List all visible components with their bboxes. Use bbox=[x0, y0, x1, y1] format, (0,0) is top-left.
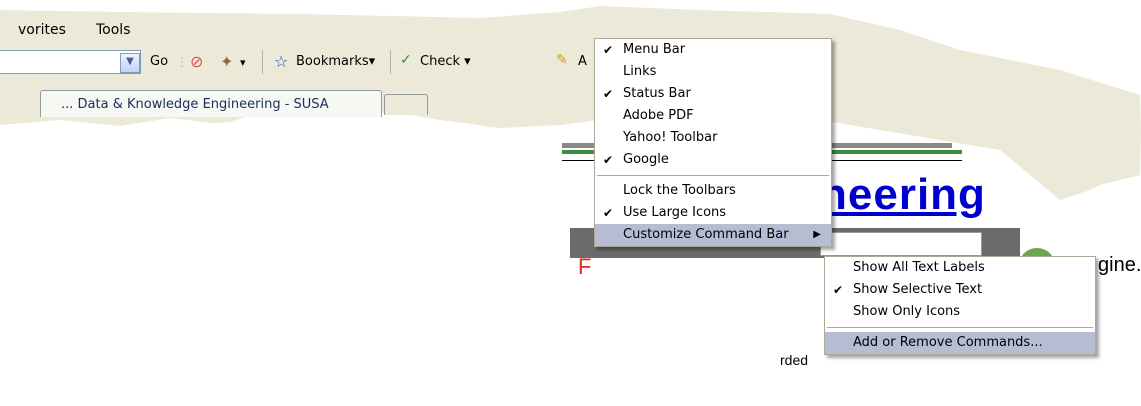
tab-row: ... Data & Knowledge Engineering - SUSA bbox=[0, 88, 430, 118]
chevron-down-icon: ▼ bbox=[126, 56, 134, 67]
menu-item-status-bar[interactable]: ✔ Status Bar bbox=[595, 83, 831, 105]
menu-item-label: Show All Text Labels bbox=[853, 260, 985, 275]
grip-icon: ⋮ bbox=[176, 55, 188, 69]
submenu-item-show-only-icons[interactable]: Show Only Icons bbox=[825, 301, 1095, 323]
menu-item-menu-bar[interactable]: ✔ Menu Bar bbox=[595, 39, 831, 61]
check-label: Check bbox=[420, 54, 460, 69]
submenu-item-show-all-text-labels[interactable]: Show All Text Labels bbox=[825, 257, 1095, 279]
menu-tools[interactable]: Tools bbox=[96, 22, 131, 38]
page-ded-text: rded bbox=[780, 352, 809, 368]
check-icon: ✔ bbox=[603, 153, 614, 167]
menu-separator bbox=[827, 327, 1093, 328]
menu-item-links[interactable]: Links bbox=[595, 61, 831, 83]
menu-item-label: Status Bar bbox=[623, 86, 691, 101]
toolbar-context-menu: ✔ Menu Bar Links ✔ Status Bar Adobe PDF Ya… bbox=[594, 38, 832, 247]
menu-item-label: Lock the Toolbars bbox=[623, 183, 736, 198]
menu-item-label: Show Selective Text bbox=[853, 282, 983, 297]
menu-favorites[interactable]: vorites bbox=[18, 22, 66, 38]
tools-dropdown-arrow[interactable]: ▾ bbox=[240, 56, 246, 69]
customize-command-bar-submenu: Show All Text Labels ✔ Show Selective Tex… bbox=[824, 256, 1096, 355]
menu-item-adobe-pdf[interactable]: Adobe PDF bbox=[595, 105, 831, 127]
page-engine-text: gine. bbox=[1098, 254, 1141, 276]
bookmarks-arrow: ▾ bbox=[368, 54, 376, 69]
go-button[interactable]: Go bbox=[150, 54, 168, 69]
feed-icon[interactable]: ⊘ bbox=[190, 52, 203, 71]
check-icon: ✔ bbox=[603, 43, 614, 57]
tools-icon[interactable]: ✦ bbox=[220, 52, 233, 71]
menu-item-use-large-icons[interactable]: ✔ Use Large Icons bbox=[595, 202, 831, 224]
menu-item-google[interactable]: ✔ Google bbox=[595, 149, 831, 171]
submenu-item-show-selective-text[interactable]: ✔ Show Selective Text bbox=[825, 279, 1095, 301]
menu-item-label: Use Large Icons bbox=[623, 205, 727, 220]
check-icon: ✔ bbox=[603, 87, 614, 101]
menu-item-label: Yahoo! Toolbar bbox=[623, 130, 718, 145]
page-heading-link[interactable]: neering bbox=[820, 170, 986, 220]
command-toolbar: ▼ Go ⋮ ⊘ ✦ ▾ ☆ Bookmarks▾ ✓ Check ▾ ✎ A bbox=[0, 46, 600, 78]
address-dropdown-button[interactable]: ▼ bbox=[120, 53, 140, 73]
submenu-arrow-icon: ▶ bbox=[813, 229, 821, 240]
tab-title: ... Data & Knowledge Engineering - SUSA bbox=[61, 97, 329, 112]
more-tools-label[interactable]: A bbox=[578, 54, 587, 69]
tab-active[interactable]: ... Data & Knowledge Engineering - SUSA bbox=[40, 90, 382, 117]
menu-item-label: Customize Command Bar bbox=[623, 227, 789, 242]
menu-item-customize-command-bar[interactable]: Customize Command Bar ▶ bbox=[595, 224, 831, 246]
check-icon: ✔ bbox=[833, 283, 844, 297]
page-red-letter: F bbox=[578, 254, 592, 279]
star-icon: ☆ bbox=[274, 52, 289, 71]
menu-item-label: Links bbox=[623, 64, 657, 79]
spellcheck-icon: ✓ bbox=[400, 52, 412, 68]
menu-bar: vorites Tools bbox=[0, 20, 560, 42]
menu-item-label: Show Only Icons bbox=[853, 304, 961, 319]
menu-item-yahoo-toolbar[interactable]: Yahoo! Toolbar bbox=[595, 127, 831, 149]
menu-item-label: Google bbox=[623, 152, 669, 167]
toolbar-separator bbox=[262, 50, 263, 74]
bookmarks-button[interactable]: Bookmarks▾ bbox=[296, 54, 375, 69]
menu-item-label: Menu Bar bbox=[623, 42, 686, 57]
new-tab-button[interactable] bbox=[384, 94, 428, 115]
menu-item-lock-toolbars[interactable]: Lock the Toolbars bbox=[595, 180, 831, 202]
menu-item-label: Add or Remove Commands... bbox=[853, 335, 1043, 350]
check-icon: ✔ bbox=[603, 206, 614, 220]
menu-item-label: Adobe PDF bbox=[623, 108, 694, 123]
page-search-input[interactable] bbox=[820, 232, 982, 256]
bookmarks-label: Bookmarks bbox=[296, 54, 369, 69]
menu-separator bbox=[597, 175, 829, 176]
submenu-item-add-remove-commands[interactable]: Add or Remove Commands... bbox=[825, 332, 1095, 354]
check-arrow: ▾ bbox=[464, 54, 471, 69]
check-button[interactable]: Check ▾ bbox=[420, 54, 471, 69]
wand-icon[interactable]: ✎ bbox=[556, 52, 568, 68]
toolbar-separator bbox=[390, 50, 391, 74]
